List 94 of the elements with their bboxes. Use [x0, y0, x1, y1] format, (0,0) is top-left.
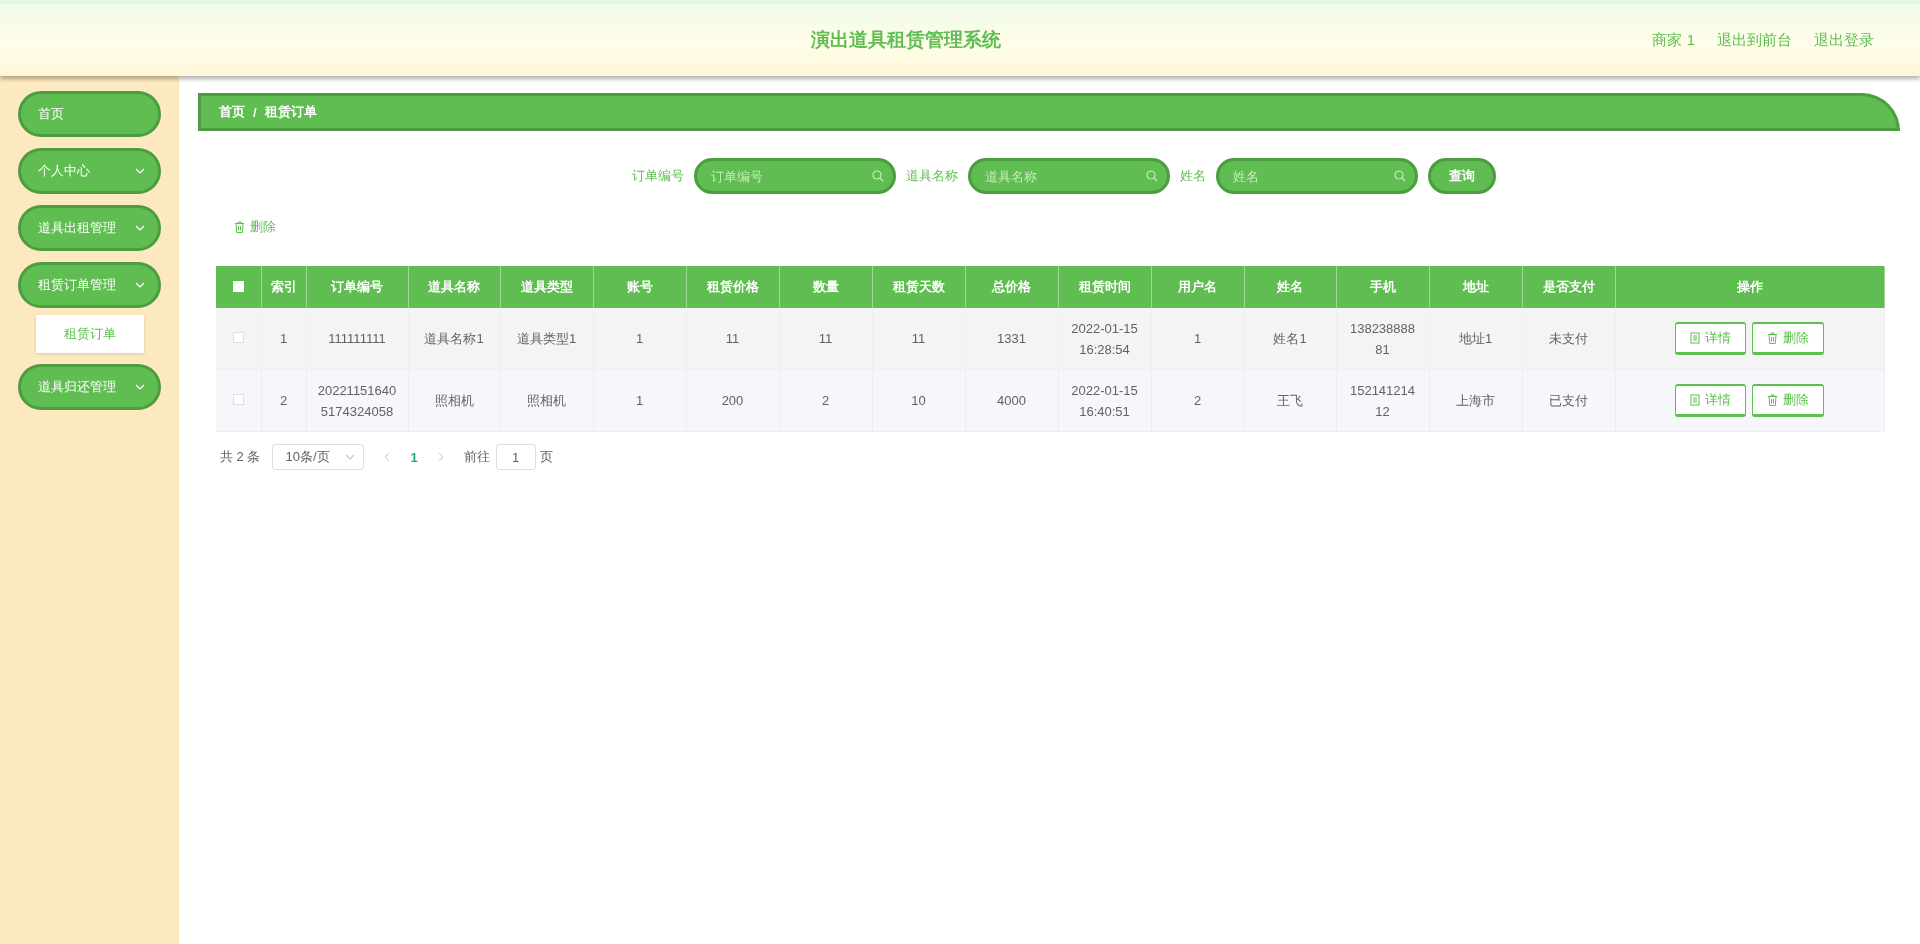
table-cell: 202211516405174324058	[306, 369, 408, 432]
page-size-select[interactable]: 10条/页	[272, 444, 365, 470]
search-icon	[872, 170, 884, 182]
table-header-cell: 租赁时间	[1058, 266, 1151, 308]
table-cell: 上海市	[1429, 369, 1522, 432]
total-count: 共 2 条	[220, 448, 261, 466]
table-cell: 111111111	[306, 308, 408, 370]
detail-button[interactable]: 详情	[1675, 322, 1746, 355]
chevron-left-icon[interactable]	[384, 452, 391, 462]
row-delete-button[interactable]: 删除	[1752, 384, 1824, 417]
table-cell: 4000	[965, 369, 1058, 432]
search-field[interactable]: 姓名	[1216, 158, 1418, 194]
table-cell: 1	[593, 369, 686, 432]
search-field[interactable]: 道具名称	[968, 158, 1170, 194]
table-header-cell: 账号	[593, 266, 686, 308]
chevron-down-icon	[345, 454, 356, 460]
table-header-cell: 操作	[1615, 266, 1884, 308]
sidebar-item[interactable]: 道具出租管理	[18, 205, 161, 251]
checkbox[interactable]	[232, 394, 244, 405]
table-cell: 2	[1151, 369, 1244, 432]
table-cell: 11	[779, 308, 872, 370]
table-header-cell: 租赁价格	[686, 266, 779, 308]
table-header-cell: 手机	[1336, 266, 1429, 308]
goto-label: 前往	[463, 448, 490, 466]
sidebar-item[interactable]: 首页	[18, 91, 161, 137]
breadcrumb-item[interactable]: 首页	[219, 103, 245, 121]
breadcrumb-separator: /	[253, 104, 257, 120]
table-cell: 15214121412	[1336, 369, 1429, 432]
chevron-right-icon[interactable]	[437, 452, 444, 462]
table-cell: 13823888881	[1336, 308, 1429, 370]
sidebar-item[interactable]: 道具归还管理	[18, 364, 161, 410]
table-cell: 道具类型1	[500, 308, 593, 370]
chevron-down-icon	[135, 168, 145, 174]
document-icon	[1690, 332, 1700, 344]
app-title: 演出道具租赁管理系统	[810, 28, 1003, 52]
search-icon	[1394, 170, 1406, 182]
table-header-cell: 总价格	[965, 266, 1058, 308]
query-button[interactable]: 查询	[1428, 158, 1496, 194]
table-header-cell: 索引	[261, 266, 306, 308]
table-header-cell: 道具名称	[408, 266, 500, 308]
header-link[interactable]: 商家 1	[1652, 30, 1695, 50]
delete-button[interactable]: 删除	[234, 214, 276, 240]
table-cell: 200	[686, 369, 779, 432]
page-suffix: 页	[539, 448, 553, 466]
table-header-cell: 是否支付	[1522, 266, 1615, 308]
trash-icon	[1767, 332, 1778, 344]
table-header-cell: 用户名	[1151, 266, 1244, 308]
row-delete-button[interactable]: 删除	[1752, 322, 1824, 355]
table-cell: 未支付	[1522, 308, 1615, 370]
table-cell: 10	[872, 369, 965, 432]
sidebar-item[interactable]: 租赁订单管理	[18, 262, 161, 308]
table-cell: 2022-01-15 16:28:54	[1058, 308, 1151, 370]
field-label: 道具名称	[906, 167, 958, 185]
table-cell: 已支付	[1522, 369, 1615, 432]
trash-icon	[234, 221, 245, 233]
table-cell: 2	[779, 369, 872, 432]
header-link[interactable]: 退出到前台	[1717, 30, 1792, 50]
sidebar-item[interactable]: 个人中心	[18, 148, 161, 194]
breadcrumb-item[interactable]: 租赁订单	[264, 103, 317, 121]
table-cell: 1	[593, 308, 686, 370]
detail-button[interactable]: 详情	[1675, 384, 1746, 417]
table-cell: 地址1	[1429, 308, 1522, 370]
table-cell: 1331	[965, 308, 1058, 370]
page-input[interactable]: 1	[495, 444, 536, 470]
checkbox[interactable]	[232, 332, 244, 343]
table-cell: 1	[1151, 308, 1244, 370]
table-header-cell: 订单编号	[306, 266, 408, 308]
trash-icon	[1767, 394, 1778, 406]
field-label: 订单编号	[632, 167, 684, 185]
chevron-down-icon	[135, 282, 145, 288]
table-cell: 2	[261, 369, 306, 432]
table-header-cell: 租赁天数	[872, 266, 965, 308]
chevron-down-icon	[135, 225, 145, 231]
table-header-cell: 地址	[1429, 266, 1522, 308]
page-number[interactable]: 1	[410, 449, 418, 465]
table-cell: 11	[686, 308, 779, 370]
header-link[interactable]: 退出登录	[1814, 30, 1874, 50]
table-header-cell: 姓名	[1244, 266, 1336, 308]
field-label: 姓名	[1180, 167, 1206, 185]
table-cell: 道具名称1	[408, 308, 500, 370]
chevron-down-icon	[135, 384, 145, 390]
table-cell: 11	[872, 308, 965, 370]
table-cell: 照相机	[408, 369, 500, 432]
search-field[interactable]: 订单编号	[694, 158, 896, 194]
table-cell: 照相机	[500, 369, 593, 432]
table-header-cell: 数量	[779, 266, 872, 308]
table-cell: 姓名1	[1244, 308, 1336, 370]
submenu-item[interactable]: 租赁订单	[36, 315, 144, 353]
table-cell: 2022-01-15 16:40:51	[1058, 369, 1151, 432]
search-icon	[1146, 170, 1158, 182]
table-cell: 1	[261, 308, 306, 370]
table-header-cell: 道具类型	[500, 266, 593, 308]
document-icon	[1690, 394, 1700, 406]
table-cell: 王飞	[1244, 369, 1336, 432]
